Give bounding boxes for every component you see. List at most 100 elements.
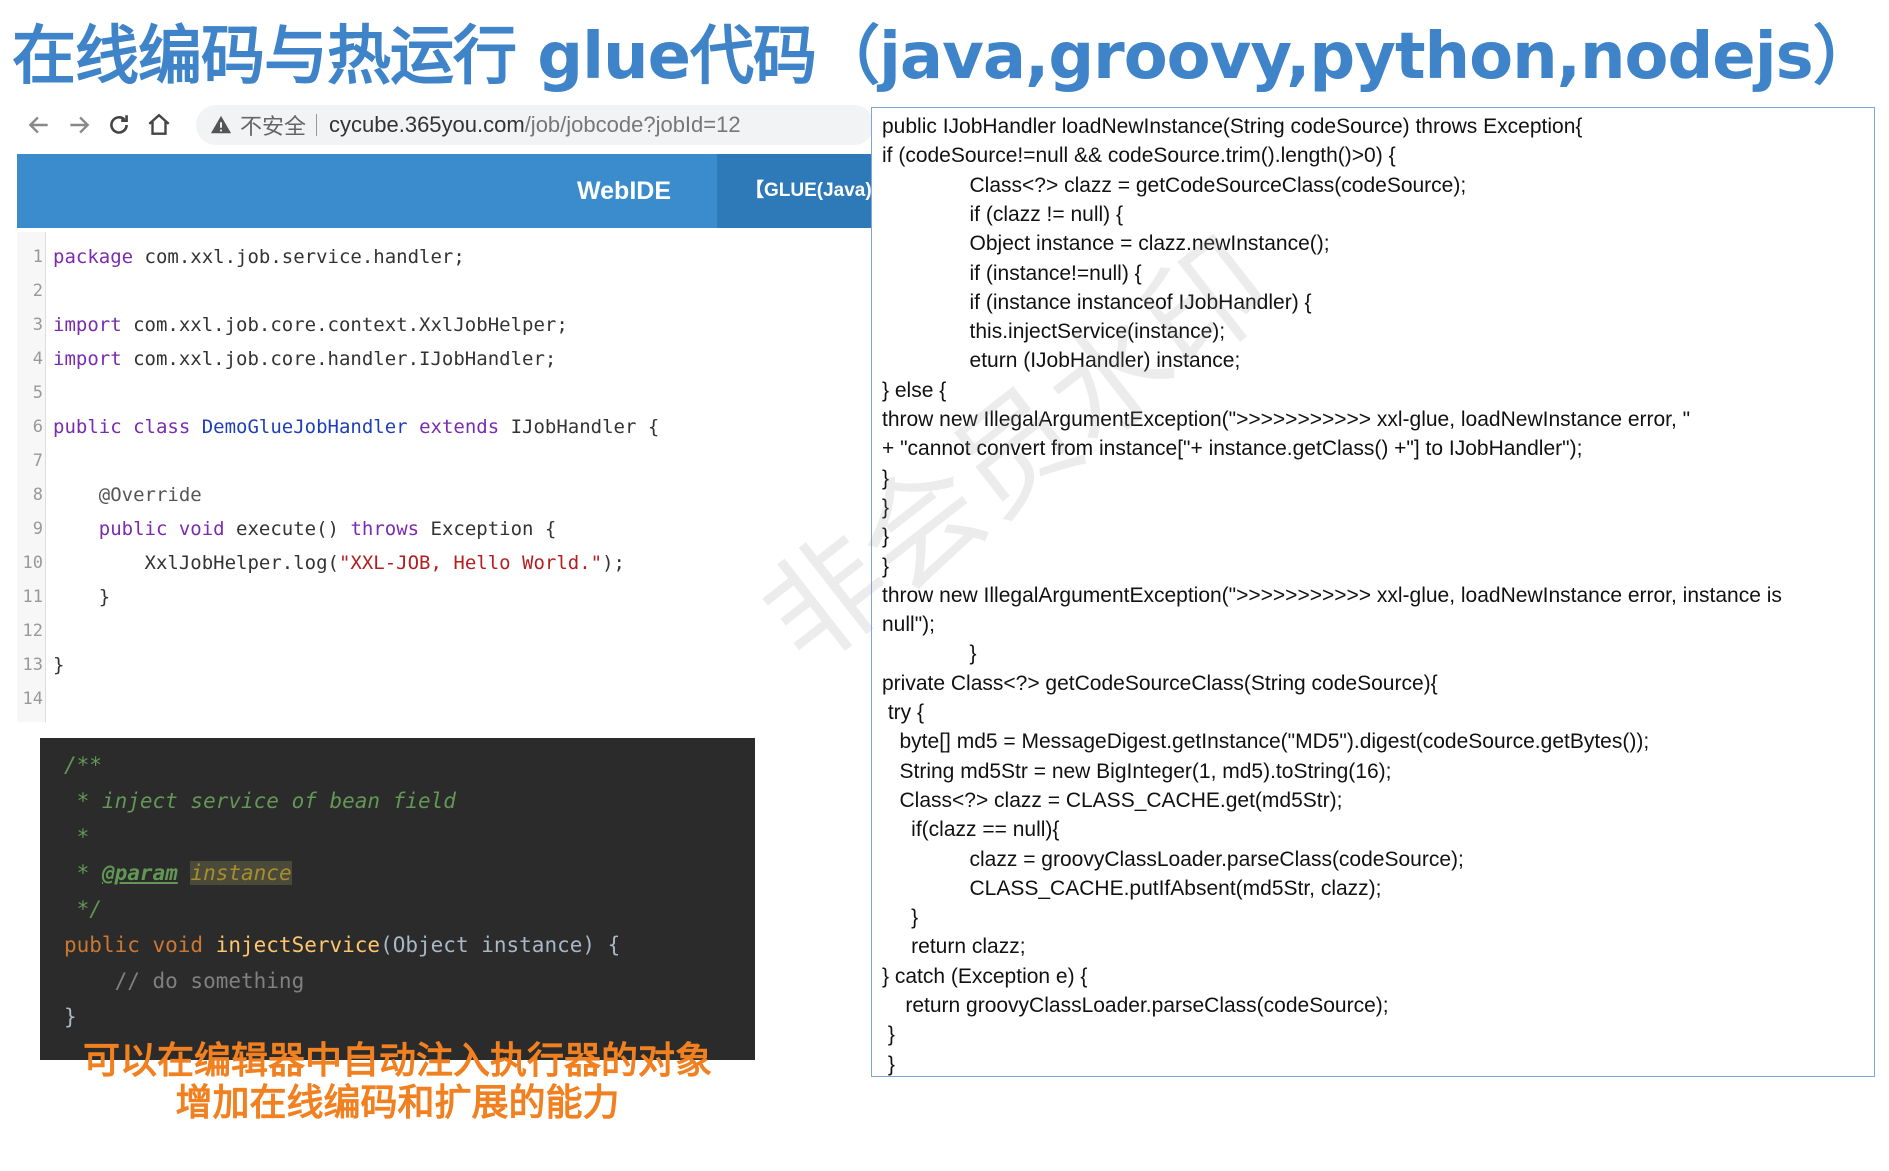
code-token: );: [602, 552, 625, 574]
code-text: package com.xxl.job.service.handler;: [53, 240, 465, 274]
address-bar[interactable]: 不安全 cycube.365you.com/job/jobcode?jobId=…: [196, 105, 874, 145]
code-token: public class: [53, 416, 202, 438]
line-number: 4: [32, 349, 43, 369]
code-text: import com.xxl.job.core.context.XxlJobHe…: [53, 308, 568, 342]
code-text: import com.xxl.job.core.handler.IJobHand…: [53, 342, 556, 376]
back-icon[interactable]: [24, 110, 54, 140]
snippet-token: /**: [64, 753, 102, 777]
line-number: 10: [22, 553, 43, 573]
right-code-line: if(clazz == null){: [882, 818, 1060, 842]
right-code-line: }: [882, 554, 890, 578]
webide-header: WebIDE 【GLUE(Java)】: [17, 154, 872, 228]
right-code-line: }: [882, 525, 890, 549]
line-number: 14: [22, 689, 43, 709]
warning-icon: [210, 115, 232, 134]
snippet-token: injectService: [215, 933, 381, 957]
right-code-line: if (clazz != null) {: [882, 202, 1123, 226]
right-code-line: eturn (IJobHandler) instance;: [882, 349, 1241, 373]
line-number: 6: [32, 417, 43, 437]
code-token: @Override: [53, 484, 202, 506]
right-code-line: throw new IllegalArgumentException(">>>>…: [882, 408, 1691, 431]
right-code-line: public IJobHandler loadNewInstance(Strin…: [882, 115, 1583, 138]
line-number: 2: [32, 281, 43, 301]
right-code-line: private Class<?> getCodeSourceClass(Stri…: [882, 671, 1438, 695]
code-token: extends: [407, 416, 500, 438]
line-number: 11: [22, 587, 43, 607]
snippet-token: // do something: [64, 969, 305, 993]
right-code-line: CLASS_CACHE.putIfAbsent(md5Str, clazz);: [882, 876, 1382, 900]
snippet-token: [178, 861, 191, 885]
right-code-line: }: [882, 1023, 895, 1047]
right-code-line: Object instance = clazz.newInstance();: [882, 232, 1330, 256]
right-code-line: byte[] md5 = MessageDigest.getInstance("…: [882, 730, 1650, 754]
code-token: import: [53, 348, 122, 370]
snippet-token: *: [64, 825, 90, 849]
right-code-line: } catch (Exception e) {: [882, 964, 1088, 988]
right-code-line: }: [882, 495, 890, 519]
line-number: 13: [22, 655, 43, 675]
address-separator: [316, 114, 318, 136]
snippet-line: * inject service of bean field: [64, 784, 456, 819]
right-code-line: Class<?> clazz = CLASS_CACHE.get(md5Str)…: [882, 788, 1343, 812]
page-title: 在线编码与热运行 glue代码（java,groovy,python,nodej…: [12, 20, 1877, 94]
right-code-line: + "cannot convert from instance["+ insta…: [882, 437, 1583, 461]
right-code-line: this.injectService(instance);: [882, 320, 1226, 344]
line-number: 12: [22, 621, 43, 641]
code-text: XxlJobHelper.log("XXL-JOB, Hello World."…: [53, 546, 625, 580]
snippet-line: */: [64, 892, 102, 927]
code-token: com.xxl.job.core.handler.IJobHandler;: [121, 348, 557, 370]
code-token: execute(): [224, 518, 351, 540]
line-number: 7: [32, 451, 43, 471]
code-text: public void execute() throws Exception {: [53, 512, 557, 546]
right-code-line: throw new IllegalArgumentException(">>>>…: [882, 583, 1782, 607]
code-token: }: [53, 586, 111, 608]
code-token: com.xxl.job.core.context.XxlJobHelper;: [121, 314, 568, 336]
url-path: /job/jobcode?jobId=12: [524, 112, 741, 137]
reload-icon[interactable]: [104, 110, 134, 140]
code-text: public class DemoGlueJobHandler extends …: [53, 410, 659, 444]
right-code-line: if (codeSource!=null && codeSource.trim(…: [882, 144, 1396, 168]
right-code-line: Class<?> clazz = getCodeSourceClass(code…: [882, 173, 1467, 197]
forward-icon[interactable]: [64, 110, 94, 140]
line-number: 3: [32, 315, 43, 335]
right-code-line: if (instance!=null) {: [882, 261, 1142, 285]
snippet-line: * @param instance: [64, 856, 292, 891]
snippet-token: @param: [101, 861, 178, 885]
code-token: public void: [53, 518, 225, 540]
home-icon[interactable]: [144, 110, 174, 140]
snippet-line: *: [64, 820, 90, 855]
webide-brand: WebIDE: [577, 177, 671, 205]
code-editor[interactable]: 1 package com.xxl.job.service.handler; 2 3 i…: [17, 232, 872, 722]
right-code-line: }: [882, 466, 890, 490]
code-token: }: [53, 654, 65, 676]
code-token: IJobHandler {: [499, 416, 660, 438]
line-number: 9: [32, 519, 43, 539]
snippet-line: // do something: [64, 964, 305, 999]
right-code-line: } else {: [882, 378, 947, 402]
right-code-line: null");: [882, 613, 935, 637]
browser-toolbar: 不安全 cycube.365you.com/job/jobcode?jobId=…: [14, 104, 874, 146]
tab-glue-java[interactable]: 【GLUE(Java)】: [717, 154, 872, 228]
url-host: cycube.365you.com: [329, 112, 525, 137]
caption-line-2: 增加在线编码和扩展的能力: [175, 1081, 620, 1124]
code-token: "XXL-JOB, Hello World.": [338, 552, 603, 574]
line-number: 1: [32, 247, 43, 267]
snippet-line: public void injectService(Object instanc…: [64, 928, 620, 963]
code-token: throws: [350, 518, 420, 540]
snippet-token: (Object instance) {: [380, 933, 621, 957]
snippet-token: *: [64, 861, 102, 885]
code-token: DemoGlueJobHandler: [201, 416, 408, 438]
code-token: Exception {: [419, 518, 557, 540]
right-code-line: clazz = groovyClassLoader.parseClass(cod…: [882, 847, 1464, 871]
right-code-line: try {: [882, 701, 925, 724]
code-text: }: [53, 580, 110, 614]
line-number: 8: [32, 485, 43, 505]
right-code-line: }: [882, 642, 977, 666]
snippet-token: * inject service of bean field: [64, 789, 456, 813]
inject-service-snippet: /** * inject service of bean field * * @…: [40, 738, 755, 1060]
right-code-line: return clazz;: [882, 935, 1026, 959]
load-instance-code-box: public IJobHandler loadNewInstance(Strin…: [871, 107, 1875, 1077]
line-number: 5: [32, 383, 43, 403]
right-code-line: return groovyClassLoader.parseClass(code…: [882, 994, 1389, 1017]
right-code-line: }: [882, 1052, 895, 1076]
